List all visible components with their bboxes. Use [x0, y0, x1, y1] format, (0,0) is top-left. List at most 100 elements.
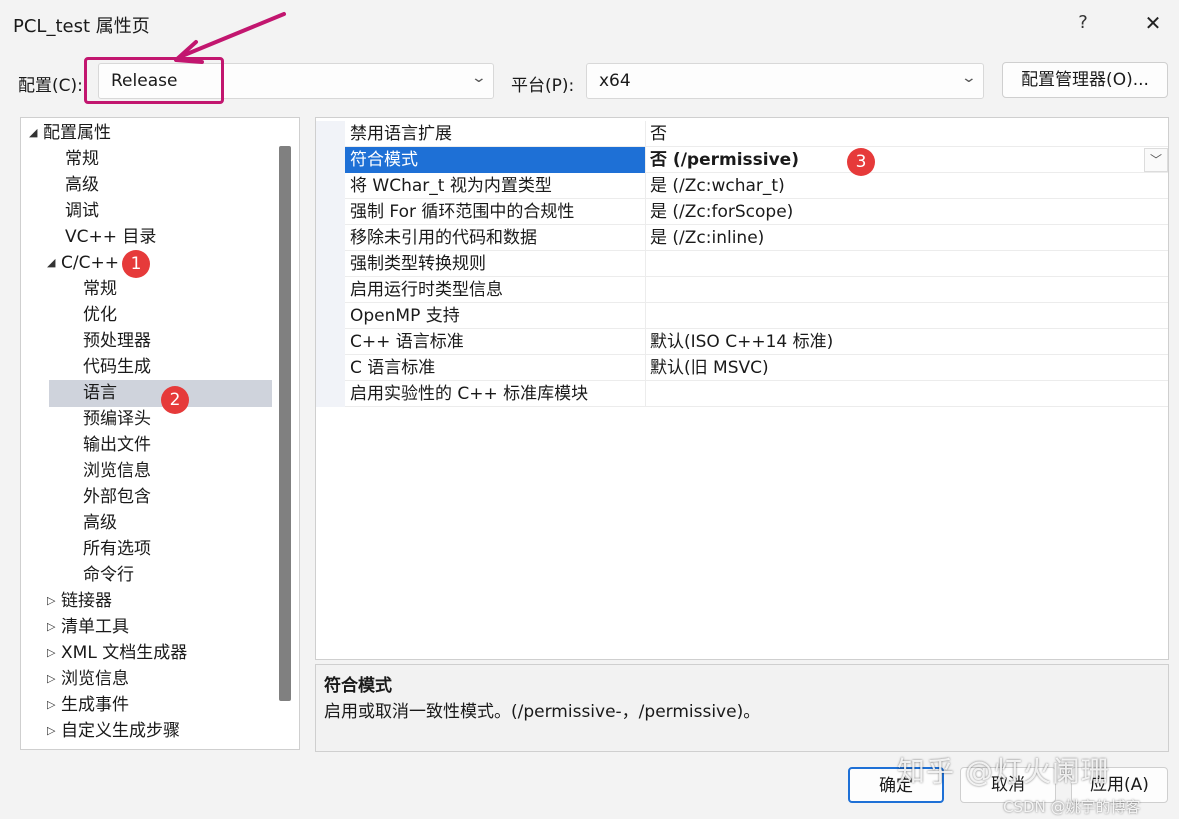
grid-row[interactable]: 移除未引用的代码和数据是 (/Zc:inline)	[316, 225, 1168, 251]
tree-item-label: 自定义生成步骤	[61, 721, 180, 741]
property-name: 启用实验性的 C++ 标准库模块	[345, 381, 646, 407]
expand-arrow-icon: ▷	[47, 646, 56, 659]
help-button[interactable]: ?	[1066, 6, 1100, 40]
tree-item-cpp-advanced[interactable]: 高级	[83, 511, 117, 535]
row-gutter	[316, 355, 345, 381]
chevron-down-icon: ⌄	[470, 70, 488, 86]
grid-row[interactable]: 启用实验性的 C++ 标准库模块	[316, 381, 1168, 407]
description-text: 启用或取消一致性模式。(/permissive-，/permissive)。	[324, 702, 761, 722]
tree-item-label: 浏览信息	[61, 669, 129, 689]
value-dropdown-button[interactable]: ﹀	[1144, 148, 1168, 172]
tree-item-label: 浏览信息	[83, 461, 151, 481]
tree-item-browse-info[interactable]: 浏览信息	[83, 459, 151, 483]
tree-item-manifest-tool[interactable]: ▷ 清单工具	[47, 615, 129, 639]
tree-scrollbar[interactable]	[279, 146, 291, 701]
property-value	[646, 381, 1168, 407]
tree-item-label: 所有选项	[83, 539, 151, 559]
property-value: 否 (/permissive)	[650, 150, 799, 170]
row-gutter	[316, 199, 345, 225]
tree-item-label: 生成事件	[61, 695, 129, 715]
tree-item-linker[interactable]: ▷ 链接器	[47, 589, 112, 613]
property-name: 启用运行时类型信息	[345, 277, 646, 303]
property-value	[646, 303, 1168, 329]
grid-row[interactable]: 启用运行时类型信息	[316, 277, 1168, 303]
row-gutter	[316, 303, 345, 329]
config-value: Release	[111, 71, 178, 91]
expand-arrow-icon: ▷	[47, 672, 56, 685]
property-value: 是 (/Zc:inline)	[650, 228, 765, 248]
config-combo[interactable]: Release ⌄	[98, 63, 494, 99]
expand-arrow-icon: ▷	[47, 620, 56, 633]
property-name: C++ 语言标准	[345, 329, 646, 355]
tree-item-preprocessor[interactable]: 预处理器	[83, 329, 151, 353]
config-label: 配置(C):	[18, 76, 83, 96]
annotation-badge-1: 1	[122, 250, 150, 278]
tree-item-output-files[interactable]: 输出文件	[83, 433, 151, 457]
row-gutter	[316, 277, 345, 303]
row-gutter	[316, 225, 345, 251]
property-name: C 语言标准	[345, 355, 646, 381]
grid-row[interactable]: 强制类型转换规则	[316, 251, 1168, 277]
tree-item-code-generation[interactable]: 代码生成	[83, 355, 151, 379]
tree-item-command-line[interactable]: 命令行	[83, 563, 134, 587]
tree-item-advanced[interactable]: 高级	[65, 173, 99, 197]
tree-item-precompiled-headers[interactable]: 预编译头	[83, 407, 151, 431]
tree-item-xml-doc-generator[interactable]: ▷ XML 文档生成器	[47, 641, 187, 665]
property-name: 禁用语言扩展	[345, 121, 646, 147]
tree-item-label: 预处理器	[83, 331, 151, 351]
tree-item-label: 外部包含	[83, 487, 151, 507]
property-value	[646, 251, 1168, 277]
expand-arrow-icon: ▷	[47, 698, 56, 711]
expand-arrow-icon: ▷	[47, 724, 56, 737]
grid-row[interactable]: 禁用语言扩展否	[316, 121, 1168, 147]
tree-item-label: C/C++	[61, 253, 119, 273]
grid-row-selected[interactable]: 符合模式否 (/permissive)	[316, 147, 1168, 173]
tree-item-label: 常规	[65, 149, 99, 169]
tree-item-browse-information[interactable]: ▷ 浏览信息	[47, 667, 129, 691]
platform-combo[interactable]: x64 ⌄	[586, 63, 984, 99]
property-value: 是 (/Zc:forScope)	[650, 202, 794, 222]
tree-item-debugging[interactable]: 调试	[65, 199, 99, 223]
grid-row[interactable]: C 语言标准 默认(旧 MSVC)	[316, 355, 1168, 381]
collapse-arrow-icon: ◢	[29, 126, 38, 139]
property-grid: 禁用语言扩展否 符合模式否 (/permissive) 将 WChar_t 视为…	[315, 117, 1169, 660]
description-pane: 符合模式 启用或取消一致性模式。(/permissive-，/permissiv…	[315, 664, 1169, 752]
tree-item-label: 配置属性	[43, 123, 111, 143]
config-manager-button[interactable]: 配置管理器(O)...	[1002, 62, 1168, 98]
tree-item-label: 链接器	[61, 591, 112, 611]
tree-item-external-includes[interactable]: 外部包含	[83, 485, 151, 509]
property-name: OpenMP 支持	[345, 303, 646, 329]
row-gutter	[316, 381, 345, 407]
tree-item-label: 优化	[83, 305, 117, 325]
grid-row[interactable]: C++ 语言标准 默认(ISO C++14 标准)	[316, 329, 1168, 355]
row-gutter	[316, 147, 345, 173]
property-name: 强制类型转换规则	[345, 251, 646, 277]
annotation-arrow-icon	[174, 12, 286, 64]
tree-item-config-properties[interactable]: ◢ 配置属性	[29, 121, 111, 145]
tree-item-build-events[interactable]: ▷ 生成事件	[47, 693, 129, 717]
property-name: 移除未引用的代码和数据	[345, 225, 646, 251]
tree-item-label: 清单工具	[61, 617, 129, 637]
tree-item-all-options[interactable]: 所有选项	[83, 537, 151, 561]
tree-item-label: 高级	[83, 513, 117, 533]
zhihu-watermark: 知乎 @灯火阑珊	[897, 755, 1110, 788]
tree-item-language[interactable]: 语言	[83, 381, 117, 405]
collapse-arrow-icon: ◢	[47, 256, 56, 269]
grid-row[interactable]: 强制 For 循环范围中的合规性是 (/Zc:forScope)	[316, 199, 1168, 225]
property-value: 默认(ISO C++14 标准)	[650, 332, 834, 352]
tree-item-label: XML 文档生成器	[61, 643, 188, 663]
tree-item-label: 输出文件	[83, 435, 151, 455]
window-title: PCL_test 属性页	[13, 16, 150, 37]
tree-item-cpp[interactable]: ◢ C/C++	[47, 251, 119, 275]
tree-item-general[interactable]: 常规	[65, 147, 99, 171]
grid-row[interactable]: 将 WChar_t 视为内置类型是 (/Zc:wchar_t)	[316, 173, 1168, 199]
tree-item-optimization[interactable]: 优化	[83, 303, 117, 327]
tree-item-cpp-general[interactable]: 常规	[83, 277, 117, 301]
tree-item-label: 高级	[65, 175, 99, 195]
close-button[interactable]: ✕	[1134, 6, 1172, 40]
tree-item-label: 预编译头	[83, 409, 151, 429]
tree-item-vc-directories[interactable]: VC++ 目录	[65, 225, 156, 249]
tree-item-custom-build-step[interactable]: ▷ 自定义生成步骤	[47, 719, 180, 743]
grid-row[interactable]: OpenMP 支持	[316, 303, 1168, 329]
tree-item-label: 调试	[65, 201, 99, 221]
